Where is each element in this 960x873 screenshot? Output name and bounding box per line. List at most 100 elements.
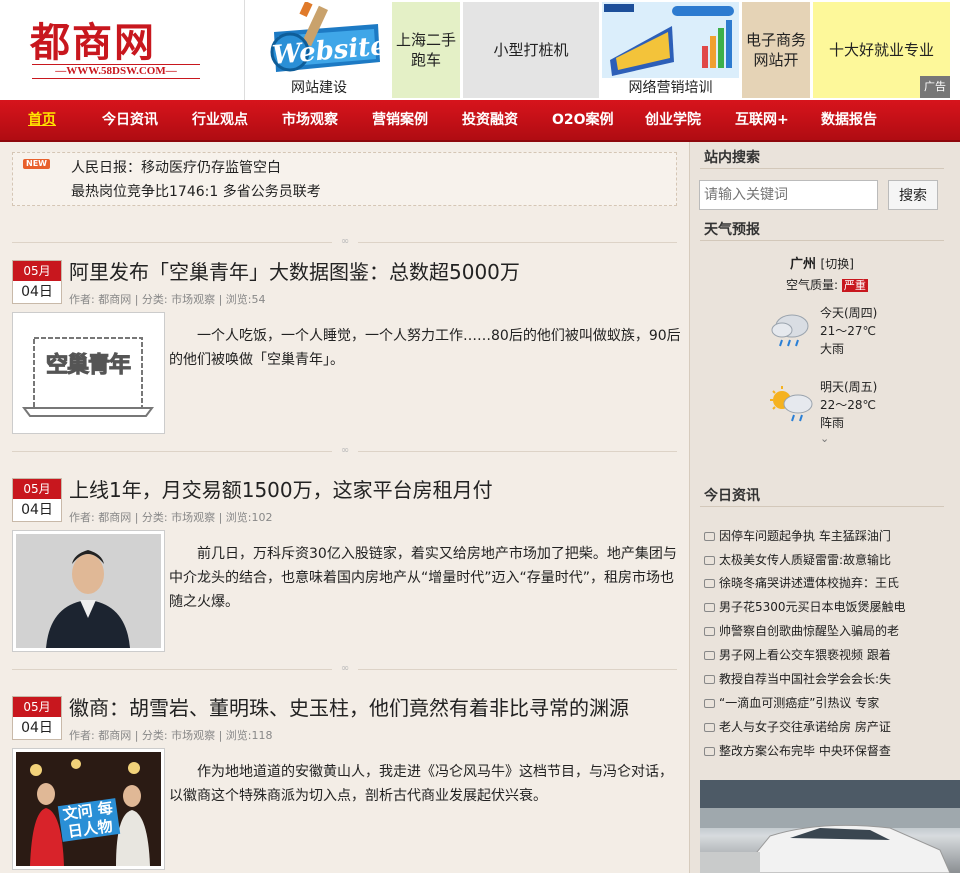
nav-internet-plus[interactable]: 互联网+ [735,100,789,140]
site-header: 都商网 —WWW.58DSW.COM— Website 网站建设 上海二手跑车 … [0,0,960,100]
news-item[interactable]: 帅警察自创歌曲惊醒坠入骗局的老 [704,622,944,639]
news-item[interactable]: 教授自荐当中国社会学会会长:失 [704,670,944,687]
ad-pile-driver[interactable]: 小型打桩机 [463,2,599,98]
news-item[interactable]: 因停车问题起争执 车主猛踩油门 [704,527,944,544]
forecast-day: 明天(周五) [820,380,878,394]
car-photo-icon [700,780,960,873]
forecast-desc: 大雨 [820,342,845,356]
aq-badge: 严重 [841,279,868,292]
nav-today-news[interactable]: 今日资讯 [102,100,158,140]
folder-icon [704,675,715,684]
article-date: 05月 04日 [12,696,62,740]
ad-label: 小型打桩机 [493,41,569,59]
sun-rain-icon [770,386,813,422]
forecast-desc: 阵雨 [820,416,845,430]
news-heading: 今日资讯 [704,488,760,504]
article-summary: 作为地地道道的安徽黄山人，我走进《冯仑风马牛》这档节目，与冯仑对话，以徽商这个特… [169,764,673,804]
divider-ornament-icon: ∞ [332,236,358,248]
news-item[interactable]: 老人与女子交往承诺给房 房产证 [704,718,944,735]
sidebar-car-photo[interactable] [700,780,960,873]
ad-website-building[interactable]: Website 网站建设 [250,2,388,98]
ad-label: 电子商务网站开 [745,31,806,69]
article-summary: 一个人吃饭，一个人睡觉，一个人努力工作……80后的他们被叫做蚁族，90后的他们被… [169,328,681,368]
thumbnail-text: 空巢青年 [45,353,131,378]
folder-icon [704,627,715,636]
news-item[interactable]: 徐晓冬痛哭讲述遭体校抛弃：王氏 [704,574,944,591]
ticker-item[interactable]: 最热岗位竞争比1746:1 多省公务员联考 [71,181,321,201]
heading-rule [700,506,944,507]
ad-ecommerce-site[interactable]: 电子商务网站开 [742,2,810,98]
news-title: 帅警察自创歌曲惊醒坠入骗局的老 [719,624,900,638]
nav-investment[interactable]: 投资融资 [462,100,518,140]
divider: ∞ [12,445,677,457]
sidebar: 站内搜索 搜索 天气预报 广州 [切换] 空气质量: 严重 今天(周四) 21～… [689,142,960,873]
news-title: 徐晓冬痛哭讲述遭体校抛弃：王氏 [719,576,900,590]
divider: ∞ [12,663,677,675]
site-logo[interactable]: 都商网 —WWW.58DSW.COM— [0,0,245,100]
folder-icon [704,603,715,612]
air-quality: 空气质量: 严重 [786,276,868,293]
city-name: 广州 [790,257,817,272]
news-item[interactable]: 男子网上看公交车猥亵视频 跟着 [704,646,944,663]
ad-label: 网站建设 [250,78,388,98]
main-nav: 首页 今日资讯 行业观点 市场观察 营销案例 投资融资 O2O案例 创业学院 互… [0,100,960,142]
weather-city: 广州 [切换] [790,253,854,272]
nav-industry-views[interactable]: 行业观点 [192,100,248,140]
date-day: 04日 [21,284,53,300]
forecast-temp: 21～27℃ [820,324,877,338]
divider-ornament-icon: ∞ [332,663,358,675]
news-title: 男子花5300元买日本电饭煲屡触电 [719,600,906,614]
date-month: 05月 [13,261,61,281]
marketing-graphic-icon [602,2,739,78]
article-summary: 前几日，万科斥资30亿入股链家，着实又给房地产市场加了把柴。地产集团与中介龙头的… [169,546,677,610]
nav-market-watch[interactable]: 市场观察 [282,100,338,140]
news-title: 男子网上看公交车猥亵视频 跟着 [719,648,891,662]
news-title: “一滴血可测癌症”引热议 专家 [719,696,880,710]
ad-label: 网络营销培训 [602,78,739,98]
nav-marketing-cases[interactable]: 营销案例 [372,100,428,140]
logo-url: —WWW.58DSW.COM— [32,64,200,79]
logo-text: 都商网 [30,19,156,66]
ad-marketing-training[interactable]: 网络营销培训 [602,2,739,98]
article-date: 05月 04日 [12,260,62,304]
date-month: 05月 [13,697,61,717]
article-meta: 作者: 都商网 | 分类: 市场观察 | 浏览:54 [69,293,266,306]
news-item[interactable]: “一滴血可测癌症”引热议 专家 [704,694,944,711]
article-thumbnail[interactable]: 空巢青年 [12,312,165,434]
article-date: 05月 04日 [12,478,62,522]
folder-icon [704,532,715,541]
search-heading: 站内搜索 [704,150,760,166]
heading-rule [700,240,944,241]
ad-used-sportscar[interactable]: 上海二手跑车 [392,2,460,98]
divider: ∞ [12,236,677,248]
chevron-down-icon[interactable]: ⌄ [820,432,829,445]
article-thumbnail[interactable] [12,530,165,652]
nav-data-reports[interactable]: 数据报告 [821,100,877,140]
search-input[interactable] [699,180,878,210]
folder-icon [704,651,715,660]
folder-icon [704,747,715,756]
article-title[interactable]: 上线1年，月交易额1500万，这家平台房租月付 [69,474,493,503]
nav-home[interactable]: 首页 [28,100,56,140]
ad-top-majors[interactable]: 十大好就业专业 广告 [813,2,950,98]
folder-icon [704,699,715,708]
ticker-item[interactable]: 人民日报：移动医疗仍存监管空白 [71,157,281,177]
article-meta: 作者: 都商网 | 分类: 市场观察 | 浏览:102 [69,511,273,524]
article-title[interactable]: 徽商：胡雪岩、董明珠、史玉柱，他们竟然有着非比寻常的渊源 [69,692,629,721]
search-button[interactable]: 搜索 [888,180,938,210]
divider-ornament-icon: ∞ [332,445,358,457]
nav-o2o-cases[interactable]: O2O案例 [552,100,614,140]
article-thumbnail[interactable]: 文问 每日人物 [12,748,165,870]
ad-tag: 广告 [920,76,950,98]
news-title: 太极美女传人质疑雷雷:故意输比 [719,553,892,567]
rain-cloud-icon [771,314,809,347]
forecast-today: 今天(周四) 21～27℃ 大雨 [820,304,877,358]
switch-city-link[interactable]: [切换] [821,257,854,271]
nav-startup-academy[interactable]: 创业学院 [645,100,701,140]
article-title[interactable]: 阿里发布「空巢青年」大数据图鉴：总数超5000万 [69,256,520,285]
aq-label: 空气质量: [786,278,839,292]
news-item[interactable]: 太极美女传人质疑雷雷:故意输比 [704,551,944,568]
news-item[interactable]: 男子花5300元买日本电饭煲屡触电 [704,598,944,615]
news-item[interactable]: 整改方案公布完毕 中央环保督查 [704,742,944,759]
folder-icon [704,579,715,588]
